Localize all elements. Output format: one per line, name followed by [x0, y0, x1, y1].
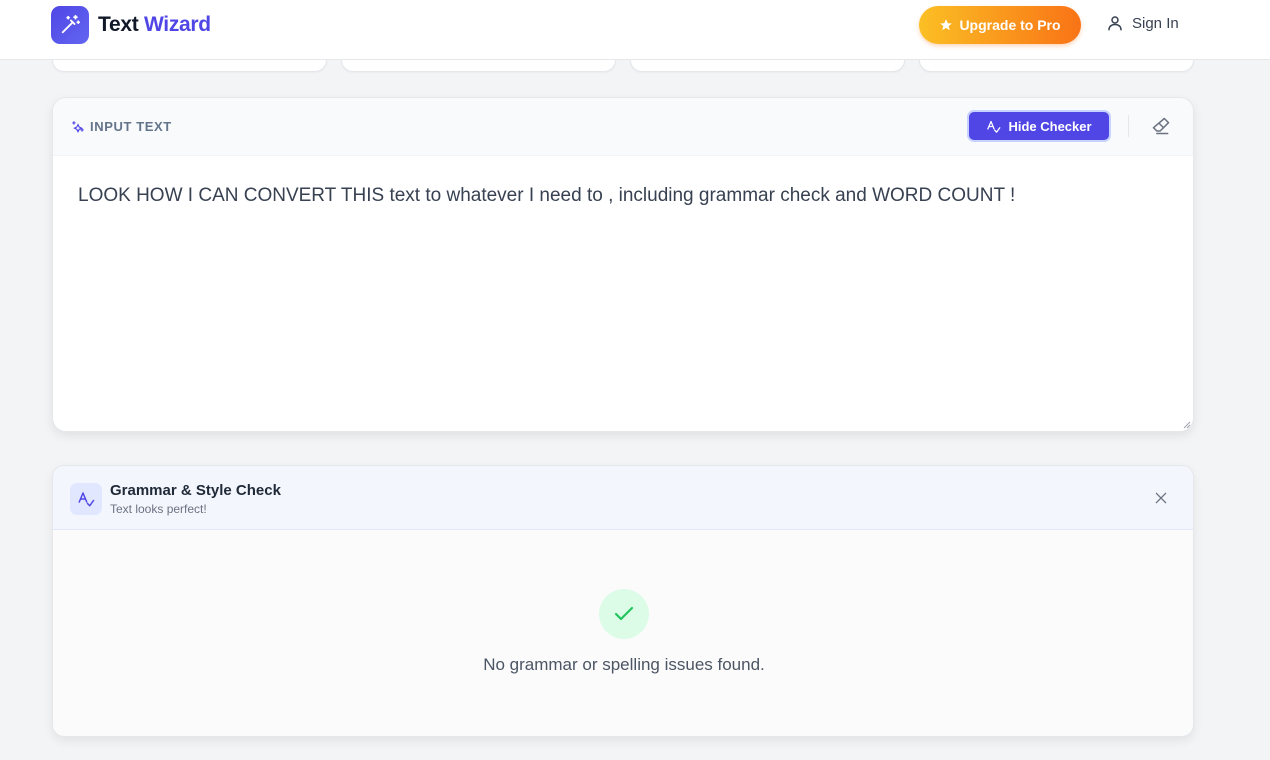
star-icon — [940, 19, 953, 31]
input-toolbar: INPUT TEXT Hide Checker — [53, 98, 1193, 156]
input-panel: INPUT TEXT Hide Checker LOOK HOW I CAN C… — [52, 97, 1194, 432]
app-name-part1: Text — [98, 13, 139, 36]
grammar-header: Grammar & Style Check Text looks perfect… — [53, 466, 1193, 530]
signin-label: Sign In — [1132, 14, 1179, 32]
app-name: Text Wizard — [98, 13, 211, 37]
resize-handle-icon[interactable] — [1181, 419, 1191, 429]
signin-link[interactable]: Sign In — [1106, 14, 1179, 32]
top-header: Text Wizard Upgrade to Pro Sign In — [0, 0, 1270, 60]
input-label: INPUT TEXT — [71, 119, 172, 134]
sparkles-icon — [72, 120, 84, 133]
upgrade-label: Upgrade to Pro — [959, 17, 1061, 33]
close-grammar-button[interactable] — [1153, 490, 1169, 511]
spell-check-icon — [987, 120, 1001, 133]
grammar-panel: Grammar & Style Check Text looks perfect… — [52, 465, 1194, 737]
close-icon — [1155, 492, 1167, 504]
hide-checker-button[interactable]: Hide Checker — [967, 110, 1111, 142]
upgrade-button[interactable]: Upgrade to Pro — [919, 6, 1081, 44]
grammar-subtitle: Text looks perfect! — [110, 502, 207, 516]
check-icon — [614, 606, 634, 621]
input-textarea[interactable]: LOOK HOW I CAN CONVERT THIS text to what… — [53, 156, 1193, 237]
grammar-title: Grammar & Style Check — [110, 482, 281, 499]
clear-text-button[interactable] — [1151, 116, 1173, 138]
spell-check-icon — [70, 483, 102, 515]
hide-checker-label: Hide Checker — [1008, 118, 1092, 134]
toolbar-divider — [1128, 115, 1129, 137]
no-issues-message: No grammar or spelling issues found. — [483, 655, 765, 674]
eraser-icon — [1152, 117, 1170, 135]
magic-wand-icon — [51, 6, 89, 44]
success-badge — [599, 589, 649, 639]
logo[interactable]: Text Wizard — [51, 6, 211, 44]
user-icon — [1108, 16, 1122, 31]
app-name-part2: Wizard — [143, 13, 211, 36]
input-label-text: INPUT TEXT — [90, 119, 172, 134]
